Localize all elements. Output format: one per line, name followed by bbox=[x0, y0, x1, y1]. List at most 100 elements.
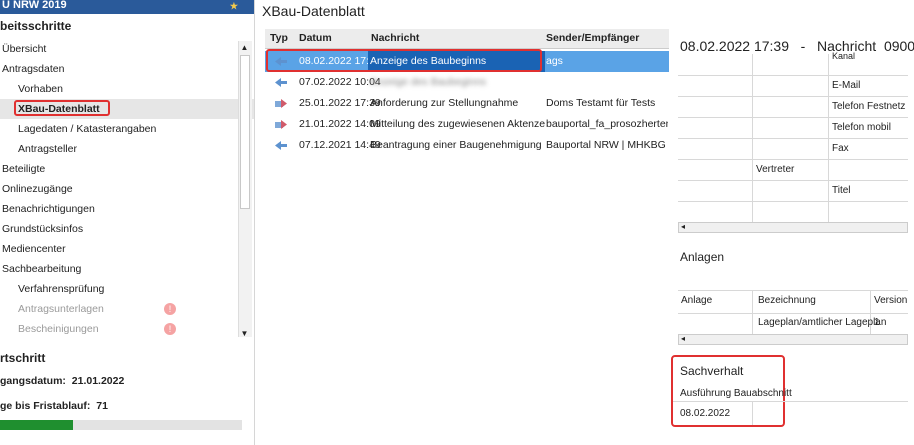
divider bbox=[752, 159, 753, 180]
sidebar-item-label: Mediencenter bbox=[2, 243, 66, 255]
anlagen-table: Anlage Bezeichnung Version Lageplan/amtl… bbox=[678, 290, 908, 334]
sidebar-item-label: Antragsdaten bbox=[2, 63, 65, 75]
scroll-left-arrow-icon[interactable]: ◂ bbox=[681, 222, 685, 231]
outgoing-message-icon bbox=[275, 120, 287, 129]
contact-field: Telefon Festnetz bbox=[832, 101, 906, 112]
contact-field: Titel bbox=[832, 185, 851, 196]
app-header: U NRW 2019 ★ bbox=[0, 0, 254, 14]
sidebar-item-label: Antragsunterlagen bbox=[18, 303, 104, 315]
message-row[interactable]: 07.02.2022 10:04 Anzeige des Baubeginns bbox=[265, 72, 669, 93]
sidebar-item-label: Lagedaten / Katasterangaben bbox=[18, 123, 157, 135]
message-sender: Doms Testamt für Tests bbox=[546, 97, 656, 109]
sidebar-item[interactable]: Mediencenter bbox=[0, 239, 66, 259]
sidebar-item-label: Antragsteller bbox=[18, 143, 77, 155]
col-datum[interactable]: Datum bbox=[299, 29, 332, 48]
incoming-message-icon bbox=[275, 141, 287, 150]
sidebar-item-label: Verfahrensprüfung bbox=[18, 283, 105, 295]
scroll-up-arrow-icon[interactable]: ▲ bbox=[238, 41, 251, 54]
message-sender: bauportal_fa_prosozherten bbox=[546, 118, 668, 130]
star-icon: ★ bbox=[229, 1, 238, 11]
col-bezeichnung[interactable]: Bezeichnung bbox=[758, 290, 816, 312]
divider bbox=[828, 138, 829, 159]
sidebar-item[interactable]: Sachbearbeitung bbox=[0, 259, 81, 279]
sidebar-item-label: Sachbearbeitung bbox=[2, 263, 82, 275]
col-nachricht[interactable]: Nachricht bbox=[371, 29, 419, 48]
contact-role: Vertreter bbox=[756, 164, 795, 175]
scrollbar-thumb[interactable] bbox=[240, 55, 250, 209]
sachverhalt-label: Ausführung Bauabschnitt bbox=[680, 388, 792, 399]
divider bbox=[828, 201, 829, 222]
warning-icon: ! bbox=[164, 303, 176, 315]
detail-date: 08.02.2022 17:39 bbox=[680, 38, 789, 54]
message-subject: Beantragung einer Baugenehmigung bbox=[370, 139, 542, 151]
contact-row: Titel bbox=[678, 180, 908, 202]
col-sender[interactable]: Sender/Empfänger bbox=[546, 29, 639, 48]
fristablauf: ge bis Fristablauf: 71 bbox=[0, 400, 108, 412]
contact-field: Fax bbox=[832, 143, 849, 154]
frist-value: 71 bbox=[96, 400, 108, 412]
message-sender: ags bbox=[546, 55, 563, 67]
warning-icon: ! bbox=[164, 323, 176, 335]
highlight-selected-nav bbox=[14, 100, 110, 116]
contact-row: E-Mail bbox=[678, 75, 908, 97]
anlagen-title: Anlagen bbox=[680, 250, 725, 264]
detail-sep: - bbox=[800, 38, 806, 54]
contact-row: Kanal bbox=[678, 51, 908, 76]
sidebar-item[interactable]: Antragsteller bbox=[0, 139, 77, 159]
contact-field: Kanal bbox=[832, 51, 856, 61]
divider bbox=[828, 180, 829, 201]
eingang-label: gangsdatum: bbox=[0, 375, 66, 387]
contact-row: Telefon mobil bbox=[678, 117, 908, 139]
anlage-version: 1 bbox=[874, 317, 880, 328]
col-anlage[interactable]: Anlage bbox=[681, 290, 712, 312]
message-row[interactable]: 07.12.2021 14:49 Beantragung einer Baugen… bbox=[265, 135, 669, 156]
divider bbox=[752, 117, 753, 138]
sidebar-item[interactable]: Benachrichtigungen bbox=[0, 199, 95, 219]
highlight-selected-message bbox=[266, 49, 542, 72]
contact-row: Fax bbox=[678, 138, 908, 160]
scroll-left-arrow-icon[interactable]: ◂ bbox=[681, 334, 685, 343]
incoming-message-icon bbox=[275, 78, 287, 87]
anlage-bezeichnung: Lageplan/amtlicher Lageplan bbox=[758, 317, 887, 328]
message-row[interactable]: 25.01.2022 17:39 Anforderung zur Stellung… bbox=[265, 93, 669, 114]
sidebar-item[interactable]: Verfahrensprüfung bbox=[0, 279, 104, 299]
page-title: XBau-Datenblatt bbox=[262, 3, 365, 19]
sidebar-item[interactable]: Beteiligte bbox=[0, 159, 45, 179]
contact-field: E-Mail bbox=[832, 80, 861, 91]
sachverhalt-date: 08.02.2022 bbox=[680, 408, 731, 419]
horizontal-scrollbar[interactable]: ◂ bbox=[678, 334, 908, 345]
col-typ[interactable]: Typ bbox=[270, 29, 288, 48]
divider bbox=[828, 159, 829, 180]
scroll-down-arrow-icon[interactable]: ▼ bbox=[238, 327, 251, 340]
divider bbox=[752, 138, 753, 159]
sidebar-item[interactable]: Lagedaten / Katasterangaben bbox=[0, 119, 156, 139]
sidebar-item: Antragsunterlagen! bbox=[0, 299, 176, 319]
divider bbox=[828, 54, 829, 75]
sidebar-item[interactable]: Übersicht bbox=[0, 39, 46, 59]
message-row[interactable]: 21.01.2022 14:09 Mitteilung des zugewiese… bbox=[265, 114, 669, 135]
divider bbox=[752, 201, 753, 222]
sidebar-item-label: Vorhaben bbox=[18, 83, 63, 95]
sidebar-item-label: Übersicht bbox=[2, 43, 47, 55]
sidebar-nav: Übersicht Antragsdaten Vorhaben XBau-Datenb… bbox=[0, 39, 254, 339]
message-table-header: Typ Datum Nachricht Sender/Empfänger bbox=[265, 29, 669, 49]
sidebar-item-label: Beteiligte bbox=[2, 163, 46, 175]
contact-row: Telefon Festnetz bbox=[678, 96, 908, 118]
divider bbox=[752, 180, 753, 201]
divider bbox=[752, 96, 753, 117]
sidebar-item[interactable]: Antragsdaten bbox=[0, 59, 64, 79]
col-version[interactable]: Version bbox=[874, 290, 907, 312]
detail-title: 08.02.2022 17:39 - Nachricht 0900 bbox=[680, 38, 914, 54]
horizontal-scrollbar[interactable]: ◂ bbox=[678, 222, 908, 233]
sidebar-item-label: Bescheinigungen bbox=[18, 323, 99, 335]
progress-title: rtschritt bbox=[0, 351, 46, 365]
sidebar-item[interactable]: XBau-Datenblatt bbox=[0, 99, 254, 119]
contact-row: Vertreter bbox=[678, 159, 908, 181]
eingangsdatum: gangsdatum: 21.01.2022 bbox=[0, 375, 124, 387]
sidebar-item-label: Grundstücksinfos bbox=[2, 223, 84, 235]
sidebar-item[interactable]: Onlinezugänge bbox=[0, 179, 73, 199]
sidebar-item[interactable]: Grundstücksinfos bbox=[0, 219, 83, 239]
divider bbox=[752, 75, 753, 96]
sidebar-item: Bescheinigungen! bbox=[0, 319, 176, 339]
sidebar-item[interactable]: Vorhaben bbox=[0, 79, 63, 99]
